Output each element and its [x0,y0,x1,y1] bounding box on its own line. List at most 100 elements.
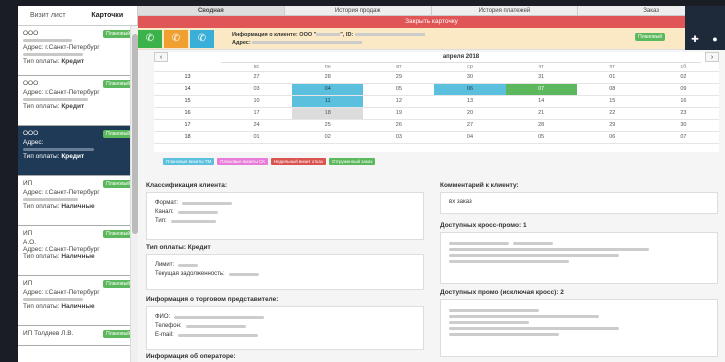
tab-visit-list[interactable]: Визит лист [18,6,78,25]
tab-summary[interactable]: Сводная [138,6,285,15]
client-info-text: Информация о клиенте: ООО " ", ID: Адрес: [232,31,425,47]
calendar-day[interactable]: 05 [505,131,577,144]
legend-item: Плановые визиты ТМ [163,158,215,165]
status-badge: Плановый [103,180,133,188]
call-button-orange[interactable]: ✆ [164,30,188,48]
calendar-day[interactable]: 30 [647,119,719,132]
week-number: 15 [154,95,221,108]
status-badge: Плановый [103,230,133,238]
call-button-blue[interactable]: ✆ [190,30,214,48]
calendar-day[interactable]: 13 [434,95,506,108]
calendar-title: апреля 2018 [221,52,701,63]
client-card[interactable]: ИП Толдиев Л.В. Плановый [18,326,137,346]
tab-payment-history[interactable]: История платежей [432,6,579,15]
calendar-day-planned-tm[interactable]: 04 [292,83,364,96]
day-header: чт [505,63,577,72]
classification-panel: Формат: Канал: Тип: [146,192,424,240]
week-number: 17 [154,119,221,132]
client-card[interactable]: ООО Плановый Адрес: г.Санкт-Петербург Ти… [18,76,137,126]
calendar-day[interactable]: 25 [292,119,364,132]
calendar-week-row: 14 03 04 05 06 07 08 09 [154,83,719,96]
calendar-day-planned-tm[interactable]: 11 [292,95,364,108]
calendar-day[interactable]: 07 [647,131,719,144]
calendar-day[interactable]: 27 [434,119,506,132]
day-header: пт [576,63,648,72]
user-button[interactable]: ● [705,30,725,48]
prev-month-button[interactable]: ‹ [154,52,168,62]
week-number: 18 [154,131,221,144]
day-header: пн [292,63,364,72]
debt-label: Текущая задолженность: [155,271,225,277]
client-card-selected[interactable]: ООО Плановый Адрес: Тип оплаты: Кредит [18,126,137,176]
calendar-day[interactable]: 23 [647,107,719,120]
client-card[interactable]: ИП Плановый А.О. Адрес: г.Санкт-Петербур… [18,226,137,276]
redacted-text [23,39,73,42]
calendar-day[interactable]: 19 [363,107,435,120]
calendar-day[interactable]: 27 [221,71,293,84]
legend-item: Отгруженный заказ [328,158,376,165]
calendar-day[interactable]: 29 [363,71,435,84]
rep-panel: ФИО: Телефон: E-mail: [146,306,424,350]
calendar-day[interactable]: 21 [505,107,577,120]
redacted-text [23,53,83,56]
calendar-legend: Плановые визиты ТМ Плановые визиты СК Не… [163,158,376,165]
payment-panel: Лимит: Текущая задолженность: [146,254,424,290]
phone-icon: ✆ [171,33,181,44]
legend-item: Плановые визиты СК [217,158,268,165]
calendar-day-today[interactable]: 18 [292,107,364,120]
redacted-text [23,98,89,101]
calendar-day[interactable]: 26 [363,119,435,132]
calendar-day-shipped-order[interactable]: 07 [505,83,577,96]
call-button-green[interactable]: ✆ [138,30,162,48]
calendar-day[interactable]: 31 [505,71,577,84]
calendar-day-planned-tm[interactable]: 06 [434,83,506,96]
calendar-day[interactable]: 17 [221,107,293,120]
calendar-day[interactable]: 30 [434,71,506,84]
sidebar-scrollbar[interactable] [130,26,138,362]
day-header: ср [434,63,506,72]
calendar-day[interactable]: 28 [505,119,577,132]
calendar-day[interactable]: 03 [221,83,293,96]
calendar-day[interactable]: 09 [647,83,719,96]
calendar-day[interactable]: 12 [363,95,435,108]
format-label: Формат: [155,200,178,206]
status-badge: Плановый [635,33,665,41]
calendar-day[interactable]: 01 [576,71,648,84]
calendar-day[interactable]: 22 [576,107,648,120]
classification-title: Классификация клиента: [146,182,228,189]
calendar-day[interactable]: 15 [576,95,648,108]
calendar-day[interactable]: 04 [434,131,506,144]
phone-icon: ✆ [197,33,207,44]
calendar-day[interactable]: 03 [363,131,435,144]
client-card[interactable]: ООО Плановый Адрес: г.Санкт-Петербург Ти… [18,26,137,76]
calendar-day[interactable]: 29 [576,119,648,132]
calendar-day[interactable]: 16 [647,95,719,108]
client-card[interactable]: ИП Плановый Адрес: г.Санкт-Петербург Тип… [18,176,137,226]
payment-type: Тип оплаты: Кредит [23,153,85,160]
calendar-day[interactable]: 02 [647,71,719,84]
next-month-button[interactable]: › [705,52,719,62]
calendar-day[interactable]: 02 [292,131,364,144]
client-card[interactable]: ИП Плановый Адрес: г.Санкт-Петербург Тип… [18,276,137,326]
client-address: Адрес: г.Санкт-Петербург [23,246,100,253]
calendar-day[interactable]: 28 [292,71,364,84]
tab-sales-history[interactable]: История продаж [285,6,432,15]
calendar-day[interactable]: 01 [221,131,293,144]
add-button[interactable]: ✚ [685,30,705,48]
client-info-bar: ✆ ✆ ✆ Информация о клиенте: ООО " ", ID: … [138,6,725,50]
rep-title: Информация о торговом представителе: [146,296,279,303]
calendar-day[interactable]: 08 [576,83,648,96]
calendar-day[interactable]: 05 [363,83,435,96]
redacted-text [23,198,78,201]
user-icon: ● [712,34,718,44]
tab-cards[interactable]: Карточки [78,6,138,25]
close-card-button[interactable]: Закрыть карточку [138,16,725,28]
calendar-day[interactable]: 24 [221,119,293,132]
day-header: сб [647,63,719,72]
calendar-day[interactable]: 06 [576,131,648,144]
calendar-day[interactable]: 20 [434,107,506,120]
calendar: ‹ апреля 2018 › вс пн вт ср чт пт сб 13 … [154,52,719,152]
calendar-day[interactable]: 10 [221,95,293,108]
calendar-day[interactable]: 14 [505,95,577,108]
operator-title: Информация об операторе: [146,353,236,360]
